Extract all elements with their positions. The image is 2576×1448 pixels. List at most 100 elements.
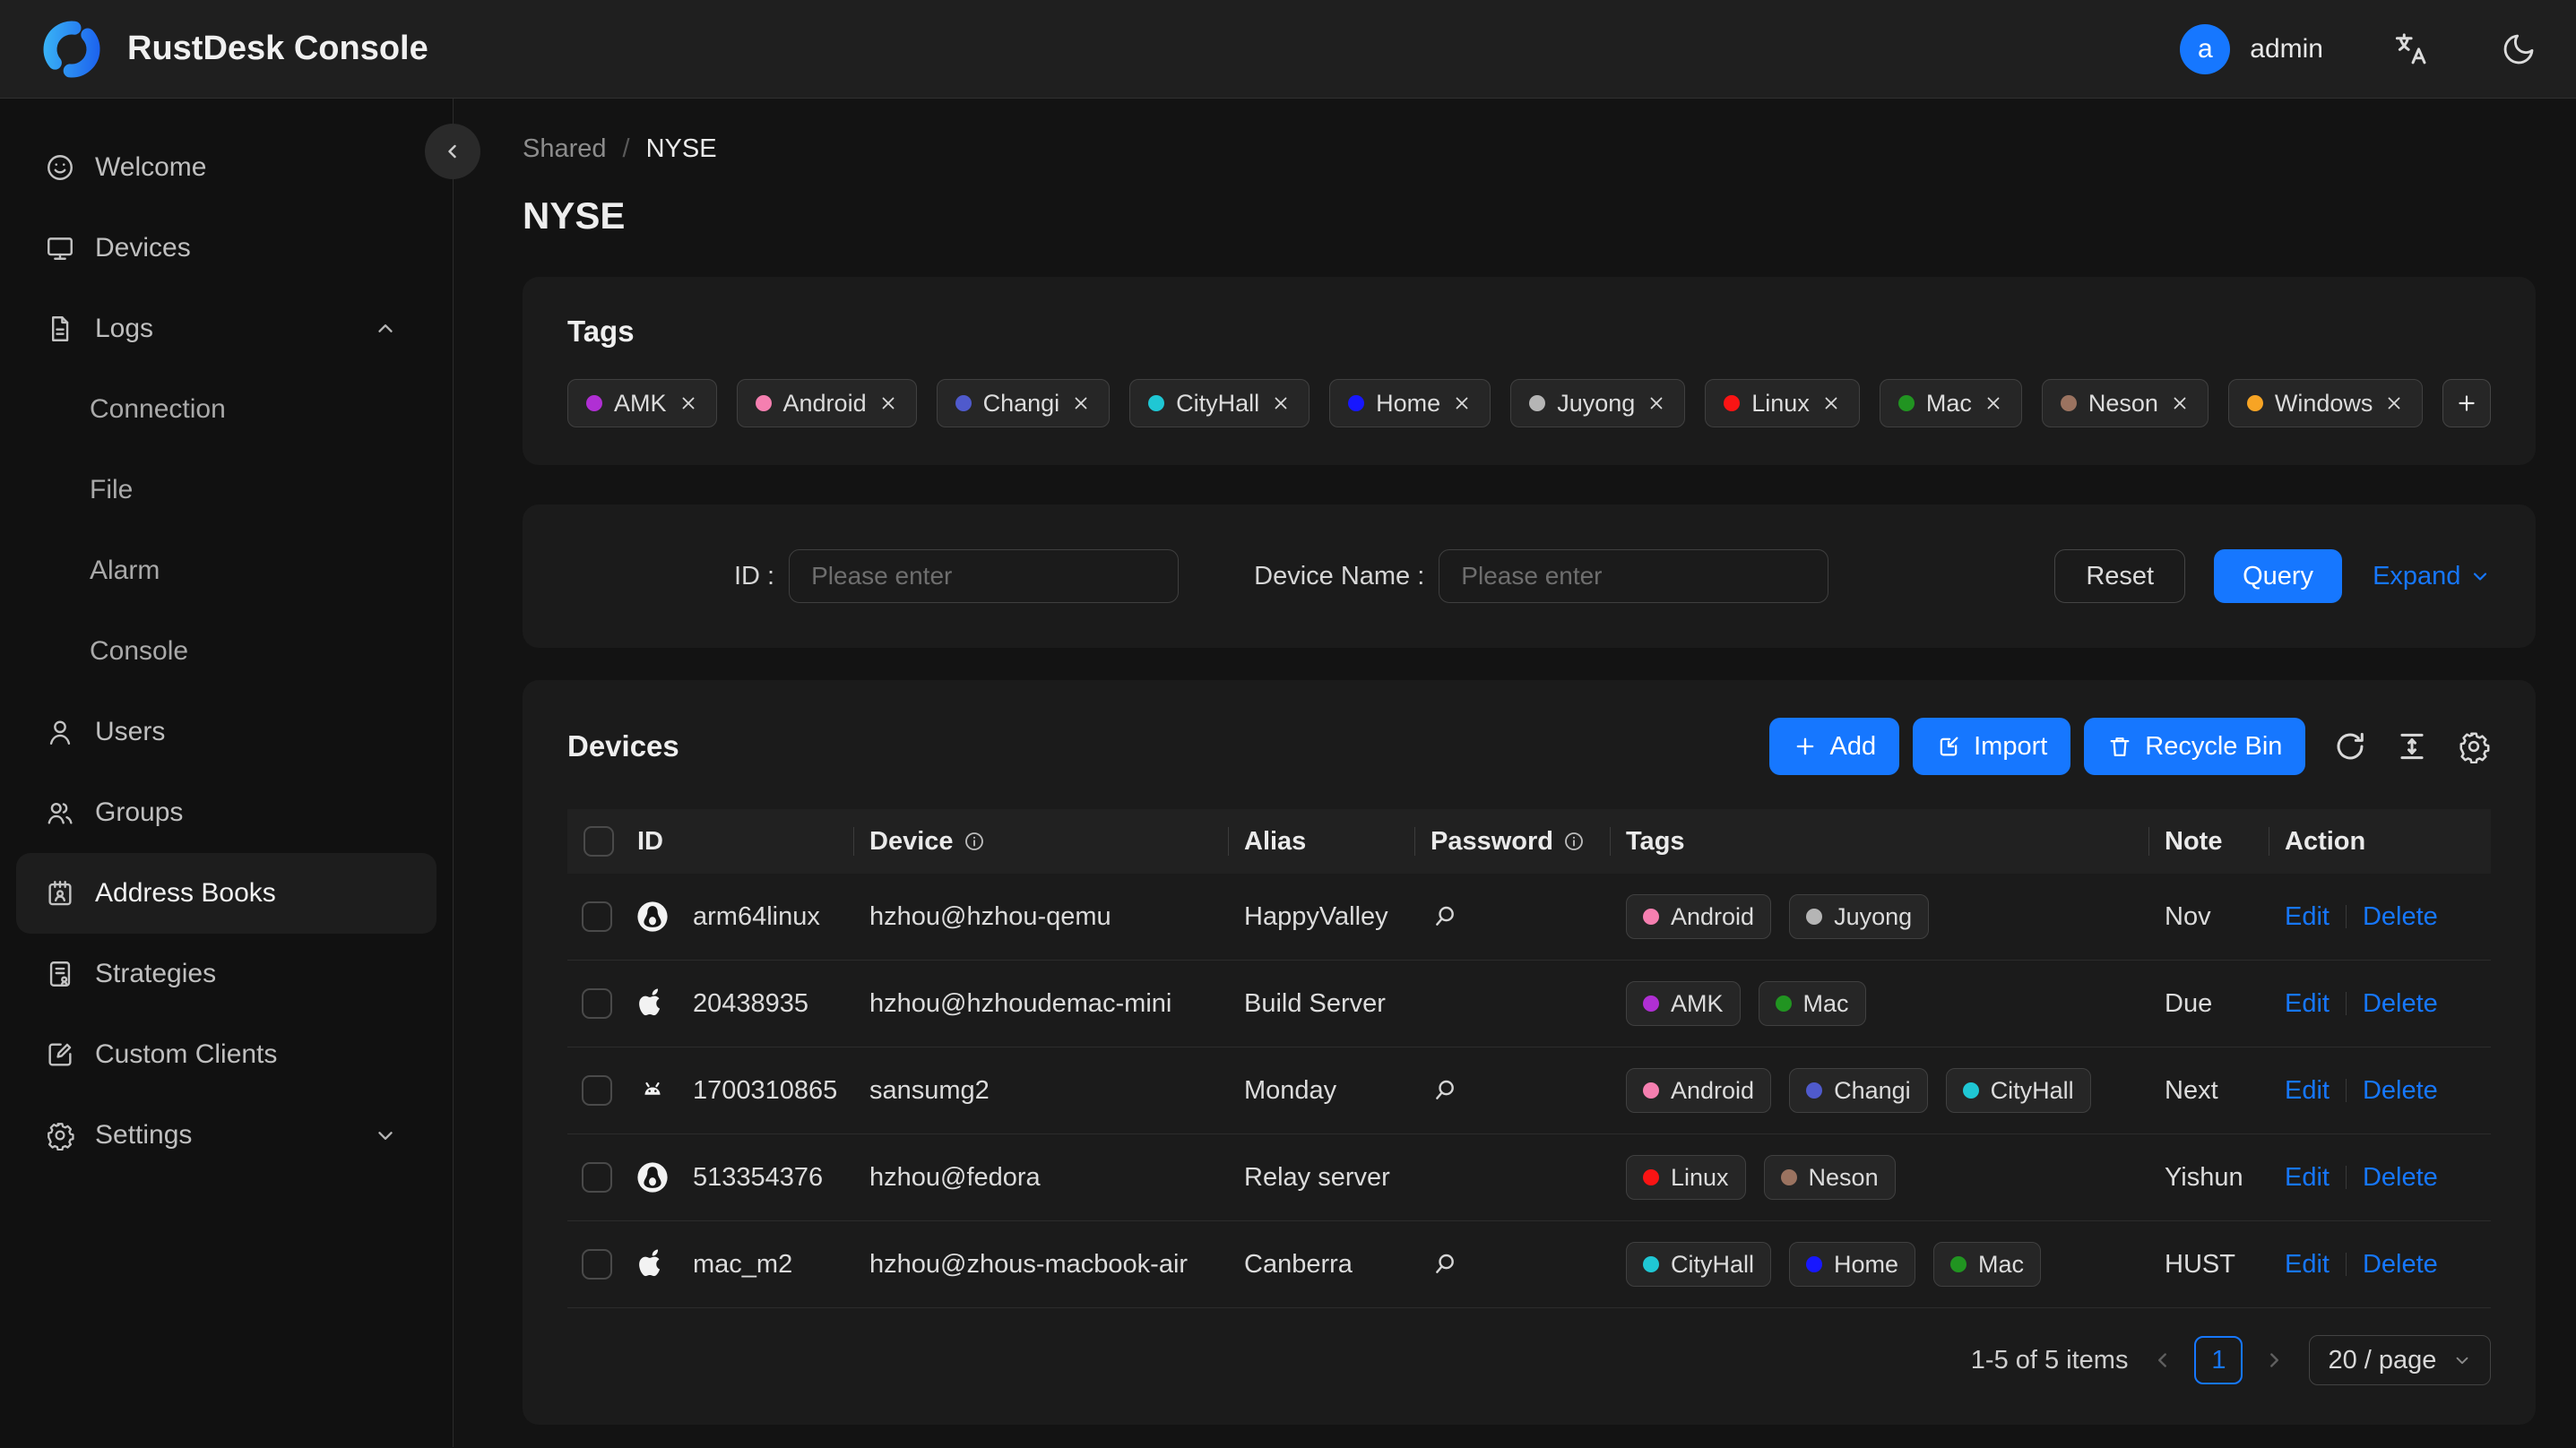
row-checkbox[interactable] — [582, 1162, 612, 1193]
username[interactable]: admin — [2250, 34, 2323, 65]
view-password-magnifier-icon[interactable] — [1431, 902, 1459, 931]
column-header: Note — [2165, 826, 2223, 856]
edit-link[interactable]: Edit — [2285, 1076, 2330, 1106]
import-button[interactable]: Import — [1913, 718, 2071, 775]
query-button[interactable]: Query — [2214, 549, 2343, 603]
avatar[interactable]: a — [2180, 23, 2231, 74]
row-checkbox[interactable] — [582, 1249, 612, 1280]
pagination-summary: 1-5 of 5 items — [1970, 1345, 2129, 1375]
delete-link[interactable]: Delete — [2363, 902, 2438, 932]
next-page-icon[interactable] — [2262, 1349, 2286, 1372]
main-content: Shared / NYSE NYSE Tags AMK Android Chan… — [454, 99, 2576, 1447]
page-size-select[interactable]: 20 / page — [2309, 1335, 2492, 1385]
edit-square-icon — [45, 1039, 75, 1070]
device-alias: Relay server — [1244, 1162, 1390, 1192]
tag-chip[interactable]: Mac — [1879, 379, 2022, 427]
device-name-filter-input[interactable] — [1439, 549, 1829, 603]
sidebar-item-strategies[interactable]: Strategies — [0, 934, 453, 1014]
previous-page-icon[interactable] — [2151, 1349, 2174, 1372]
tag-chip[interactable]: Changi — [936, 379, 1111, 427]
document-icon — [45, 314, 75, 344]
remove-tag-icon[interactable] — [1821, 393, 1841, 413]
tag-chip[interactable]: Linux — [1705, 379, 1860, 427]
tag-chip[interactable]: AMK — [567, 379, 717, 427]
expand-link[interactable]: Expand — [2373, 562, 2491, 591]
remove-tag-icon[interactable] — [1071, 393, 1091, 413]
tag-chip[interactable]: Android — [736, 379, 917, 427]
tag-color-dot — [2060, 395, 2077, 411]
info-icon[interactable] — [1562, 830, 1586, 853]
sidebar-item-alarm[interactable]: Alarm — [0, 530, 453, 611]
tag-chip: Changi — [1789, 1068, 1928, 1113]
sidebar-item-logs[interactable]: Logs — [0, 289, 453, 369]
row-checkbox[interactable] — [582, 901, 612, 932]
remove-tag-icon[interactable] — [2170, 393, 2190, 413]
sidebar-item-devices[interactable]: Devices — [0, 208, 453, 289]
column-height-icon[interactable] — [2395, 729, 2429, 763]
remove-tag-icon[interactable] — [878, 393, 898, 413]
breadcrumb-parent[interactable]: Shared — [523, 134, 607, 164]
sidebar-collapse-button[interactable] — [425, 124, 480, 179]
sidebar-item-settings[interactable]: Settings — [0, 1095, 453, 1176]
delete-link[interactable]: Delete — [2363, 1250, 2438, 1280]
row-checkbox[interactable] — [582, 988, 612, 1019]
add-tag-button[interactable] — [2442, 379, 2492, 427]
tag-chip[interactable]: Windows — [2227, 379, 2424, 427]
tag-chip[interactable]: Neson — [2041, 379, 2209, 427]
sidebar-item-address-books[interactable]: Address Books — [16, 853, 437, 934]
tag-chip[interactable]: Juyong — [1510, 379, 1686, 427]
sidebar-item-file[interactable]: File — [0, 450, 453, 530]
edit-link[interactable]: Edit — [2285, 902, 2330, 932]
info-icon[interactable] — [963, 830, 986, 853]
delete-link[interactable]: Delete — [2363, 1163, 2438, 1193]
dark-mode-moon-icon[interactable] — [2501, 31, 2537, 67]
remove-tag-icon[interactable] — [1271, 393, 1291, 413]
tag-chip[interactable]: Home — [1329, 379, 1491, 427]
sidebar-item-connection[interactable]: Connection — [0, 369, 453, 450]
devices-card: Devices Add Import Recycle Bin ID Device… — [523, 680, 2537, 1425]
edit-link[interactable]: Edit — [2285, 1163, 2330, 1193]
remove-tag-icon[interactable] — [2384, 393, 2404, 413]
tag-chip: Mac — [1758, 981, 1866, 1026]
select-all-checkbox[interactable] — [583, 826, 614, 857]
address-book-icon — [45, 878, 75, 909]
device-name: sansumg2 — [869, 1075, 990, 1105]
edit-link[interactable]: Edit — [2285, 1250, 2330, 1280]
device-alias: Canberra — [1244, 1249, 1353, 1279]
delete-link[interactable]: Delete — [2363, 989, 2438, 1019]
tag-chip: Android — [1626, 894, 1772, 939]
chevron-down-icon — [374, 1124, 397, 1147]
gear-icon — [45, 1120, 75, 1151]
row-checkbox[interactable] — [582, 1075, 612, 1106]
view-password-magnifier-icon[interactable] — [1431, 1076, 1459, 1105]
tag-chip[interactable]: CityHall — [1129, 379, 1310, 427]
device-note: Yishun — [2165, 1162, 2243, 1192]
refresh-icon[interactable] — [2333, 729, 2367, 763]
remove-tag-icon[interactable] — [1984, 393, 2003, 413]
add-button[interactable]: Add — [1768, 718, 1900, 775]
table-settings-gear-icon[interactable] — [2457, 729, 2491, 763]
edit-link[interactable]: Edit — [2285, 989, 2330, 1019]
tag-color-dot — [1529, 395, 1546, 411]
page-1-button[interactable]: 1 — [2194, 1336, 2243, 1384]
tag-chip: Mac — [1933, 1242, 2042, 1287]
device-note: HUST — [2165, 1249, 2235, 1279]
tag-chip: Juyong — [1789, 894, 1930, 939]
tags-card-title: Tags — [567, 315, 635, 348]
sidebar-item-custom-clients[interactable]: Custom Clients — [0, 1014, 453, 1095]
chevron-down-icon — [2452, 1350, 2472, 1370]
id-filter-input[interactable] — [789, 549, 1180, 603]
sidebar-item-users[interactable]: Users — [0, 692, 453, 772]
sidebar-item-console[interactable]: Console — [0, 611, 453, 692]
remove-tag-icon[interactable] — [1452, 393, 1472, 413]
sidebar-item-groups[interactable]: Groups — [0, 772, 453, 853]
recycle-bin-button[interactable]: Recycle Bin — [2084, 718, 2306, 775]
sidebar-item-welcome[interactable]: Welcome — [0, 127, 453, 208]
reset-button[interactable]: Reset — [2054, 549, 2186, 603]
remove-tag-icon[interactable] — [679, 393, 698, 413]
delete-link[interactable]: Delete — [2363, 1076, 2438, 1106]
translate-icon[interactable] — [2393, 30, 2431, 68]
remove-tag-icon[interactable] — [1647, 393, 1666, 413]
monitor-icon — [45, 233, 75, 263]
view-password-magnifier-icon[interactable] — [1431, 1250, 1459, 1279]
